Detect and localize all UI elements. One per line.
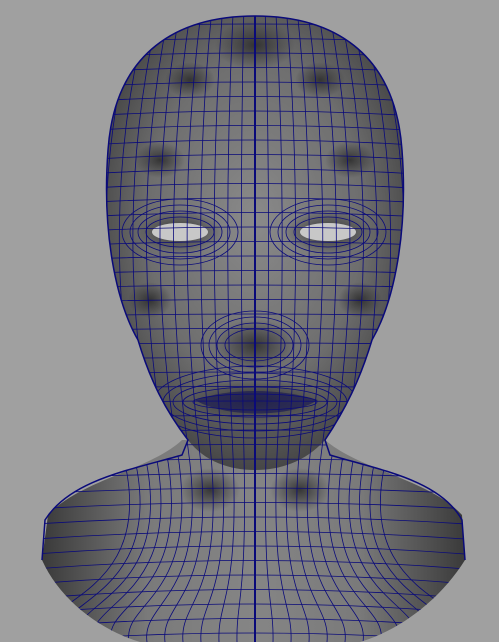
- viewport-3d[interactable]: [0, 0, 499, 642]
- mesh-render: [41, 15, 466, 642]
